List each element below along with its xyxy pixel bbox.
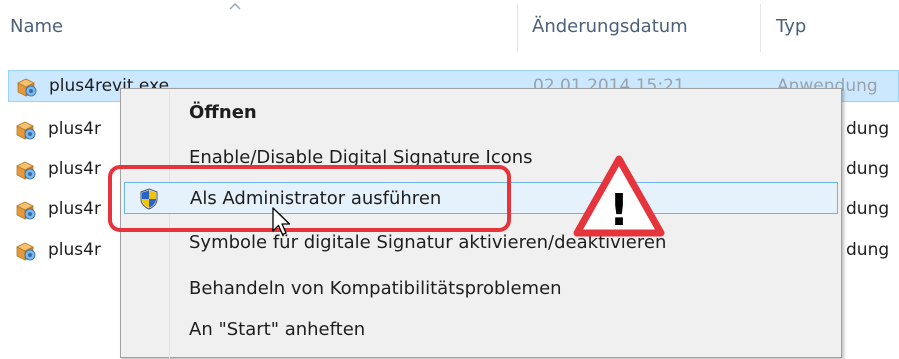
menu-item-pin-to-start[interactable]: An "Start" anheften — [124, 314, 838, 346]
column-type-header[interactable]: Typ — [776, 16, 806, 37]
warning-icon: ! — [573, 155, 665, 237]
file-type: dung — [846, 199, 890, 219]
highlight-annotation — [108, 165, 511, 232]
sort-ascending-icon[interactable] — [229, 3, 241, 10]
menu-item-label: Öffnen — [189, 102, 257, 123]
file-type: dung — [846, 240, 890, 260]
column-separator[interactable] — [517, 4, 518, 52]
column-name-header[interactable]: Name — [10, 16, 63, 37]
warning-glyph: ! — [609, 185, 629, 236]
installer-package-icon — [16, 242, 36, 261]
installer-package-icon — [16, 121, 36, 140]
menu-item-troubleshoot-compatibility[interactable]: Behandeln von Kompatibilitätsproblemen — [124, 273, 838, 305]
file-name: plus4r — [48, 159, 101, 179]
file-name: plus4r — [48, 119, 101, 139]
menu-item-label: Behandeln von Kompatibilitätsproblemen — [189, 278, 562, 299]
column-date-header[interactable]: Änderungsdatum — [532, 16, 688, 37]
mouse-cursor-icon — [272, 207, 291, 236]
installer-package-icon — [16, 201, 36, 220]
column-header: Name Änderungsdatum Typ — [0, 0, 899, 58]
column-separator[interactable] — [760, 4, 761, 52]
installer-package-icon — [17, 78, 37, 97]
file-name: plus4r — [48, 199, 101, 219]
file-type: dung — [846, 119, 890, 139]
installer-package-icon — [16, 161, 36, 180]
menu-item-label: An "Start" anheften — [189, 319, 366, 340]
menu-item-open[interactable]: Öffnen — [124, 97, 838, 129]
file-name: plus4r — [48, 240, 101, 260]
file-type: dung — [846, 159, 890, 179]
